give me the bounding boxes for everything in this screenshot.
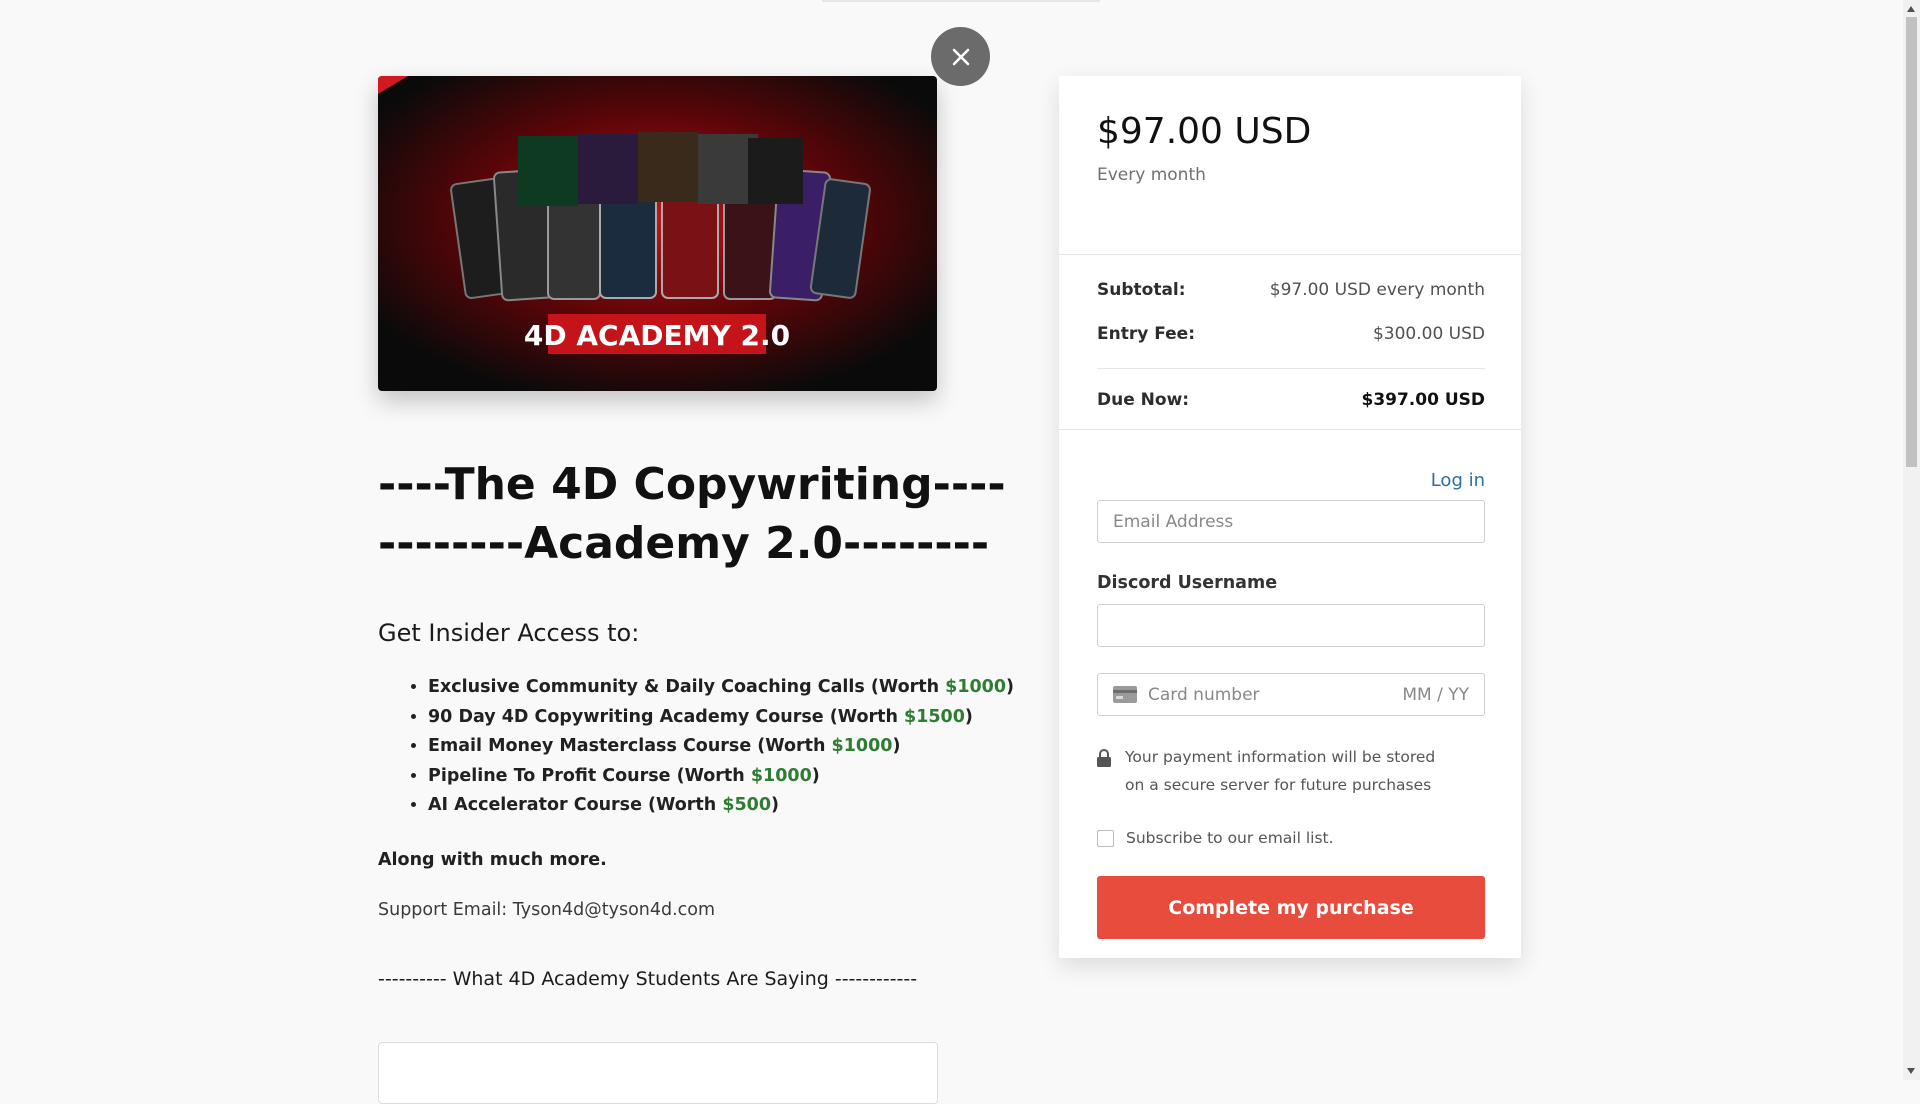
feature-worth: $1000: [945, 677, 1007, 697]
card-number-field[interactable]: Card number MM / YY: [1097, 673, 1485, 716]
discord-label: Discord Username: [1097, 573, 1278, 593]
email-field[interactable]: Email Address: [1097, 500, 1485, 543]
feature-worth: $1000: [831, 736, 893, 756]
support-email: Support Email: Tyson4d@tyson4d.com: [378, 900, 716, 920]
subtotal-value: $97.00 USD every month: [1269, 280, 1485, 300]
testimonial-box: [378, 1042, 938, 1104]
feature-worth: $1000: [750, 765, 812, 786]
card-number-placeholder: Card number: [1148, 684, 1260, 705]
subtotal-row: Subtotal: $97.00 USD every month: [1097, 280, 1485, 324]
checkout-form: Log in Email Address Discord Username Ca…: [1059, 430, 1521, 939]
feature-worth: $500: [722, 795, 772, 815]
feature-item: Pipeline To Profit Course (Worth $1000): [428, 766, 938, 787]
svg-text:4D ACADEMY 2.0: 4D ACADEMY 2.0: [524, 319, 790, 352]
testimonials-heading: ---------- What 4D Academy Students Are …: [378, 968, 918, 990]
subscribe-checkbox[interactable]: [1097, 829, 1114, 847]
more-text: Along with much more.: [378, 850, 607, 870]
price-period: Every month: [1097, 165, 1206, 185]
lock-icon: [1097, 749, 1111, 767]
secure-note-text: Your payment information will be stored …: [1125, 748, 1436, 794]
due-now-label: Due Now:: [1097, 390, 1190, 410]
feature-worth: $1500: [904, 706, 965, 727]
close-button[interactable]: [931, 27, 990, 86]
access-subheading: Get Insider Access to:: [378, 619, 640, 647]
scroll-up-arrow[interactable]: [1907, 6, 1915, 12]
product-image: 4D ACADEMY 2.0: [378, 76, 937, 391]
due-now-value: $397.00 USD: [1361, 390, 1485, 410]
feature-list: Exclusive Community & Daily Coaching Cal…: [378, 677, 1014, 816]
feature-item: Email Money Masterclass Course (Worth $1…: [428, 736, 938, 757]
scrollbar[interactable]: [1903, 0, 1920, 1080]
secure-note: Your payment information will be stored …: [1097, 743, 1485, 799]
subscribe-label[interactable]: Subscribe to our email list.: [1126, 829, 1334, 847]
feature-item: 90 Day 4D Copywriting Academy Course (Wo…: [428, 707, 973, 728]
subscribe-row[interactable]: Subscribe to our email list.: [1097, 829, 1485, 847]
subtotal-label: Subtotal:: [1097, 280, 1186, 300]
due-now-row: Due Now: $397.00 USD: [1097, 368, 1485, 430]
order-summary: Subtotal: $97.00 USD every month Entry F…: [1059, 255, 1521, 430]
feature-item: AI Accelerator Course (Worth $500): [428, 795, 938, 816]
feature-item: Exclusive Community & Daily Coaching Cal…: [428, 677, 1014, 698]
discord-username-field[interactable]: [1097, 604, 1485, 647]
entry-fee-value: $300.00 USD: [1372, 324, 1485, 344]
product-description: ----The 4D Copywriting---- --------Acade…: [378, 455, 1014, 990]
product-title: ----The 4D Copywriting---- --------Acade…: [378, 455, 1006, 573]
price-amount: $97.00 USD: [1097, 111, 1312, 152]
scroll-down-arrow[interactable]: [1907, 1068, 1915, 1074]
scroll-thumb[interactable]: [1906, 17, 1917, 467]
checkout-card: $97.00 USD Every month Subtotal: $97.00 …: [1059, 76, 1521, 958]
entry-fee-row: Entry Fee: $300.00 USD: [1097, 324, 1485, 368]
complete-purchase-button[interactable]: Complete my purchase: [1097, 876, 1485, 939]
product-title-line-2: --------Academy 2.0--------: [378, 518, 990, 569]
close-icon: [952, 48, 969, 65]
entry-fee-label: Entry Fee:: [1097, 324, 1196, 344]
top-tab: [822, 0, 1100, 2]
price-section: $97.00 USD Every month: [1059, 76, 1521, 255]
expiry-placeholder[interactable]: MM / YY: [1402, 685, 1469, 705]
credit-card-icon: [1113, 686, 1137, 703]
product-title-line-1: ----The 4D Copywriting----: [378, 459, 1006, 510]
login-link[interactable]: Log in: [1097, 470, 1485, 491]
